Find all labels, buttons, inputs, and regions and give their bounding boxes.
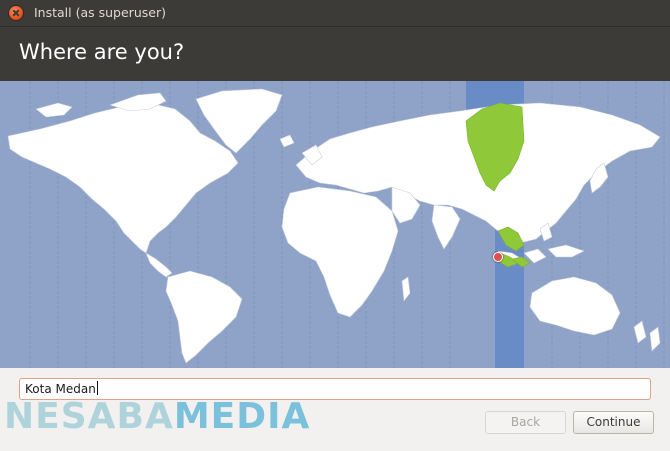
continue-button[interactable]: Continue (573, 411, 654, 434)
window-title: Install (as superuser) (34, 5, 166, 20)
text-cursor (96, 381, 98, 395)
title-bar: Install (as superuser) (0, 0, 670, 27)
page-header: Where are you? (0, 27, 670, 81)
watermark-part2: MEDIA (173, 396, 311, 437)
back-button[interactable]: Back (485, 411, 566, 434)
world-map (7, 81, 665, 368)
location-input-value: Kota Medan (25, 382, 96, 396)
close-icon[interactable] (9, 6, 23, 20)
watermark-logo: NESABAMEDIA (4, 396, 310, 437)
installer-window: Install (as superuser) Where are you? Ko… (0, 0, 670, 451)
timezone-map[interactable] (0, 81, 670, 368)
watermark-part1: NESABA (4, 396, 174, 437)
page-title: Where are you? (19, 40, 185, 64)
location-marker[interactable] (493, 252, 503, 262)
